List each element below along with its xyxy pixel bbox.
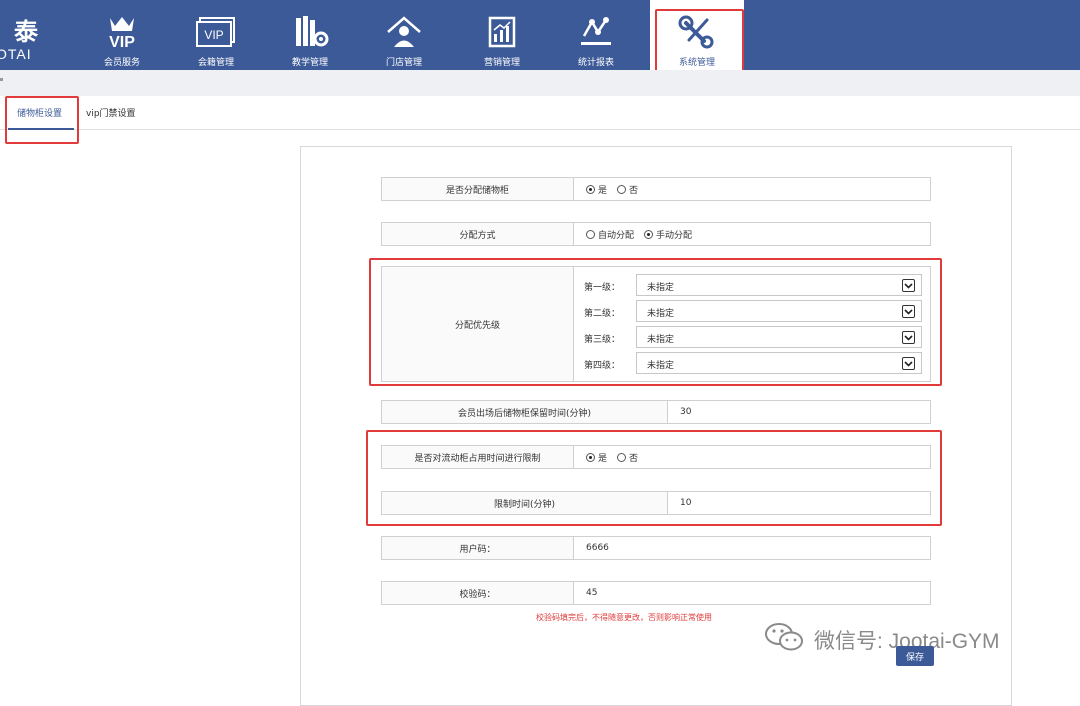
- wechat-watermark: 微信号: Jootai-GYM: [764, 621, 1000, 659]
- user-code-row: 用户码： 6666: [381, 536, 931, 560]
- wechat-icon: [764, 621, 806, 659]
- field-label: 限制时间(分钟): [382, 492, 668, 514]
- select-value: 未指定: [647, 309, 675, 319]
- level-label: 第三级：: [584, 335, 621, 345]
- nav-item-store[interactable]: 门店管理: [358, 0, 450, 70]
- field-label: 校验码：: [382, 582, 574, 604]
- vip-crown-icon: VIP: [76, 14, 168, 50]
- radio-label: 否: [629, 185, 639, 196]
- sub-bar: [0, 70, 1080, 96]
- retain-time-input[interactable]: 30: [668, 401, 930, 423]
- auto-assign-radio[interactable]: 自动分配: [586, 228, 634, 241]
- svg-text:VIP: VIP: [204, 28, 223, 42]
- priority-level-2: 第二级： 未指定: [574, 300, 922, 322]
- nav-item-teaching[interactable]: 教学管理: [264, 0, 356, 70]
- svg-text:VIP: VIP: [109, 34, 135, 50]
- priority-level-3: 第三级： 未指定: [574, 326, 922, 348]
- limit-floating-row: 是否对流动柜占用时间进行限制 是 否: [381, 445, 931, 469]
- priority-level-4: 第四级： 未指定: [574, 352, 922, 374]
- brand-logo: 泰 OTAI: [0, 0, 60, 70]
- radio-label: 自动分配: [598, 230, 635, 241]
- assign-locker-row: 是否分配储物柜 是 否: [381, 177, 931, 201]
- settings-tabs: 储物柜设置 vip门禁设置: [0, 96, 1080, 130]
- top-nav: 泰 OTAI VIP 会员服务 VIP 会籍管理 教学管理 门店管理 营销管理: [0, 0, 1080, 70]
- level-1-select[interactable]: 未指定: [636, 274, 922, 296]
- tab-vip-gate-settings[interactable]: vip门禁设置: [86, 106, 136, 119]
- verify-code-row: 校验码： 45: [381, 581, 931, 605]
- level-label: 第一级：: [584, 283, 621, 293]
- assign-locker-no-radio[interactable]: 否: [617, 183, 638, 196]
- field-label: 分配优先级: [382, 267, 574, 381]
- save-button[interactable]: 保存: [896, 646, 934, 666]
- nav-item-statistics[interactable]: 统计报表: [550, 0, 642, 70]
- brand-mark: 泰: [14, 17, 38, 46]
- nav-item-system[interactable]: 系统管理: [650, 0, 744, 70]
- assign-locker-yes-radio[interactable]: 是: [586, 183, 607, 196]
- chevron-down-icon: [902, 305, 915, 318]
- chevron-down-icon: [902, 331, 915, 344]
- nav-label: 营销管理: [483, 58, 520, 68]
- nav-label: 门店管理: [385, 58, 422, 68]
- chevron-down-icon: [902, 357, 915, 370]
- limit-no-radio[interactable]: 否: [617, 451, 638, 464]
- verify-code-input[interactable]: 45: [574, 582, 930, 604]
- field-label: 用户码：: [382, 537, 574, 559]
- nav-label: 统计报表: [577, 58, 614, 68]
- field-label: 是否分配储物柜: [382, 178, 574, 200]
- nav-label: 系统管理: [678, 58, 715, 68]
- limit-time-row: 限制时间(分钟) 10: [381, 491, 931, 515]
- manual-assign-radio[interactable]: 手动分配: [644, 228, 692, 241]
- radio-label: 手动分配: [656, 230, 693, 241]
- select-value: 未指定: [647, 283, 675, 293]
- nav-label: 教学管理: [291, 58, 328, 68]
- level-label: 第四级：: [584, 361, 621, 371]
- verify-code-hint: 校验码填完后，不得随意更改，否则影响正常使用: [536, 613, 712, 622]
- store-manager-icon: [358, 14, 450, 50]
- select-value: 未指定: [647, 361, 675, 371]
- level-label: 第二级：: [584, 309, 621, 319]
- field-label: 会员出场后储物柜保留时间(分钟): [382, 401, 668, 423]
- chevron-down-icon: [902, 279, 915, 292]
- statistics-icon: [550, 14, 642, 50]
- limit-yes-radio[interactable]: 是: [586, 451, 607, 464]
- field-label: 是否对流动柜占用时间进行限制: [382, 446, 574, 468]
- books-gear-icon: [264, 14, 356, 50]
- tab-locker-settings[interactable]: 储物柜设置: [17, 106, 62, 119]
- brand-word: OTAI: [0, 46, 32, 62]
- system-tools-icon: [650, 14, 744, 50]
- nav-item-marketing[interactable]: 营销管理: [456, 0, 548, 70]
- nav-item-member-service[interactable]: VIP 会员服务: [76, 0, 168, 70]
- breadcrumb-dot: [0, 78, 3, 81]
- retain-time-row: 会员出场后储物柜保留时间(分钟) 30: [381, 400, 931, 424]
- radio-label: 是: [598, 185, 608, 196]
- level-2-select[interactable]: 未指定: [636, 300, 922, 322]
- nav-label: 会籍管理: [197, 58, 234, 68]
- priority-row: 分配优先级 第一级： 未指定 第二级： 未指定 第三级： 未指定 第四级： 未指…: [381, 266, 931, 382]
- radio-label: 否: [629, 453, 639, 464]
- radio-label: 是: [598, 453, 608, 464]
- user-code-input[interactable]: 6666: [574, 537, 930, 559]
- level-4-select[interactable]: 未指定: [636, 352, 922, 374]
- nav-label: 会员服务: [103, 58, 140, 68]
- level-3-select[interactable]: 未指定: [636, 326, 922, 348]
- vip-card-icon: VIP: [170, 14, 262, 50]
- nav-item-membership[interactable]: VIP 会籍管理: [170, 0, 262, 70]
- limit-time-input[interactable]: 10: [668, 492, 930, 514]
- priority-level-1: 第一级： 未指定: [574, 274, 922, 296]
- tab-active-indicator: [8, 128, 74, 130]
- nav-spacer: [744, 0, 1080, 70]
- field-label: 分配方式: [382, 223, 574, 245]
- select-value: 未指定: [647, 335, 675, 345]
- marketing-chart-icon: [456, 14, 548, 50]
- assign-mode-row: 分配方式 自动分配 手动分配: [381, 222, 931, 246]
